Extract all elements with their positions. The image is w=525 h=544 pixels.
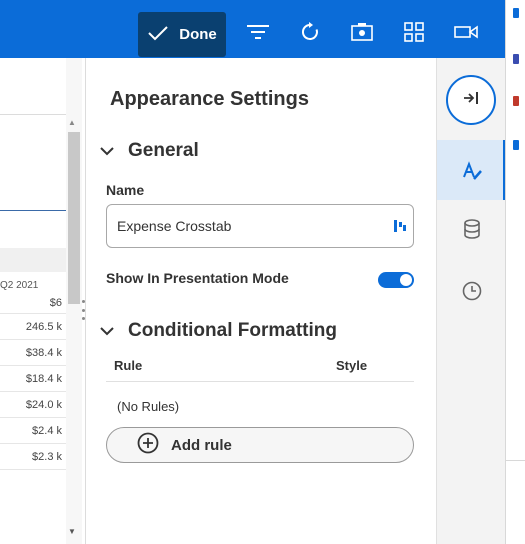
quarter-header: Q2 2021 [0, 280, 39, 291]
adjacent-panel-edge [505, 0, 525, 544]
rules-table-header: Rule Style [106, 354, 414, 382]
panel-resize-handle[interactable] [81, 300, 85, 320]
collapse-panel-icon [462, 91, 480, 110]
section-heading: General [128, 140, 199, 161]
table-cell[interactable]: $2.4 k [0, 418, 66, 444]
collapse-panel-button[interactable] [446, 75, 496, 125]
scrollbar-thumb[interactable] [68, 132, 80, 304]
table-cell[interactable]: $18.4 k [0, 366, 66, 392]
table-cell[interactable]: 246.5 k [0, 314, 66, 340]
style-column-header: Style [336, 358, 368, 373]
scroll-up-icon[interactable]: ▲ [68, 118, 76, 127]
settings-rail [436, 58, 506, 544]
presentation-mode-toggle[interactable] [378, 272, 414, 288]
filter-icon[interactable] [246, 20, 270, 44]
name-field[interactable] [106, 204, 414, 248]
field-options-icon[interactable] [393, 218, 407, 234]
divider [0, 210, 66, 211]
plus-circle-icon [137, 432, 159, 458]
presentation-mode-label: Show In Presentation Mode [106, 270, 289, 286]
refresh-icon[interactable] [298, 20, 322, 44]
chevron-down-icon [100, 320, 114, 342]
general-section-toggle[interactable]: General [100, 140, 199, 162]
add-rule-button[interactable]: Add rule [106, 427, 414, 463]
name-label: Name [106, 182, 145, 198]
app-window: Done Q2 2021 $6 246.5 k $38.4 k $18.4 k … [0, 0, 525, 544]
grid-icon[interactable] [402, 20, 426, 44]
screenshot-icon[interactable] [350, 20, 374, 44]
toggle-knob [400, 274, 412, 286]
conditional-formatting-toggle[interactable]: Conditional Formatting [100, 320, 337, 342]
panel-title: Appearance Settings [110, 88, 309, 110]
table-cells: $6 246.5 k $38.4 k $18.4 k $24.0 k $2.4 … [0, 296, 66, 470]
history-icon[interactable] [461, 280, 483, 302]
rule-column-header: Rule [114, 358, 143, 373]
present-icon[interactable] [454, 20, 478, 44]
table-cell[interactable]: $6 [0, 296, 66, 314]
marker-icon [513, 8, 519, 18]
table-cell[interactable]: $24.0 k [0, 392, 66, 418]
section-heading: Conditional Formatting [128, 320, 337, 341]
add-rule-label: Add rule [171, 436, 232, 454]
check-icon [147, 25, 169, 45]
chevron-down-icon [100, 140, 114, 162]
marker-icon [513, 140, 519, 150]
marker-icon [513, 96, 519, 106]
done-label: Done [179, 26, 217, 43]
table-cell[interactable]: $38.4 k [0, 340, 66, 366]
divider [506, 460, 525, 461]
data-icon[interactable] [461, 218, 483, 240]
empty-rules-text: (No Rules) [117, 399, 180, 414]
appearance-settings-panel: Appearance Settings General Name Show In… [86, 58, 436, 544]
done-button[interactable]: Done [138, 12, 226, 57]
divider [0, 114, 66, 115]
marker-icon [513, 54, 519, 64]
appearance-icon[interactable] [461, 160, 483, 182]
table-column-header [0, 248, 66, 272]
table-cell[interactable]: $2.3 k [0, 444, 66, 470]
scroll-down-icon[interactable]: ▼ [68, 527, 76, 536]
top-toolbar: Done [0, 0, 505, 58]
